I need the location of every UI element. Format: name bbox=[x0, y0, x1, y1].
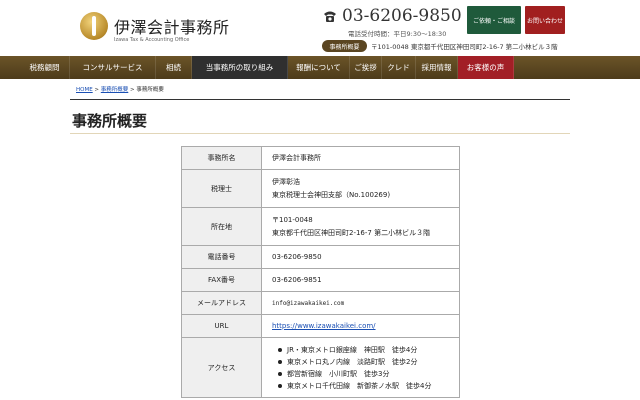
row-label: アクセス bbox=[181, 337, 262, 398]
row-value: JR・東京メトロ銀座線 神田駅 徒歩4分 東京メトロ丸ノ内線 淡路町駅 徒歩2分都… bbox=[261, 337, 460, 398]
row-label: URL bbox=[181, 314, 262, 338]
breadcrumb-home-link[interactable]: HOME bbox=[76, 87, 93, 93]
list-item: JR・東京メトロ銀座線 神田駅 徒歩4分 bbox=[278, 344, 459, 356]
row-value: https://www.izawakaikei.com/ bbox=[261, 314, 460, 338]
nav-item[interactable]: 報酬について bbox=[288, 56, 350, 79]
row-value: 伊澤彰浩東京税理士会神田支部（No.100269) bbox=[261, 169, 460, 208]
row-value: 03-6206-9851 bbox=[261, 268, 460, 292]
value-line: 伊澤彰浩 bbox=[272, 177, 300, 186]
site-logo[interactable]: 伊澤会計事務所 Izawa Tax & Accounting Office bbox=[80, 10, 240, 50]
table-row: FAX番号 03-6206-9851 bbox=[181, 268, 460, 292]
header-address: 〒101-0048 東京都千代田区神田司町2-16-7 第二小林ビル３階 bbox=[371, 43, 558, 51]
logo-emblem-icon bbox=[80, 12, 108, 40]
consult-button[interactable]: ご依頼・ご相談 bbox=[467, 6, 521, 34]
table-row: メールアドレス info@izawakaikei.com bbox=[181, 291, 460, 315]
breadcrumb-current: 事務所概要 bbox=[136, 87, 164, 93]
value-line: 東京税理士会神田支部（No.100269) bbox=[272, 190, 391, 199]
logo-title: 伊澤会計事務所 bbox=[114, 18, 230, 37]
main-nav: 税務顧問 コンサルサービス 相続 当事務所の取り組み 報酬について ご挨拶 クレド 採用情報お… bbox=[0, 56, 640, 79]
office-info-table: 事務所名 伊澤会計事務所 税理士 伊澤彰浩 東京税理士会神田支部（No.100269) 所… bbox=[181, 146, 460, 398]
inquiry-button[interactable]: お問い合わせ bbox=[525, 6, 565, 34]
phone-number[interactable]: 03-6206-9850 bbox=[342, 6, 462, 26]
row-value: 〒101-0048 東京都千代田区神田司町2-16-7 第二小林ビル３階 bbox=[261, 207, 460, 246]
row-value: 伊澤会計事務所 bbox=[261, 146, 460, 170]
value-line: 03-6206-9851 bbox=[272, 275, 322, 284]
logo-subtitle: Izawa Tax & Accounting Office bbox=[114, 37, 190, 43]
address-badge[interactable]: 事務所概要 bbox=[322, 40, 367, 52]
breadcrumb-parent-link[interactable]: 事務所概要 bbox=[101, 87, 129, 93]
row-label: 事務所名 bbox=[181, 146, 262, 170]
row-value: info@izawakaikei.com bbox=[261, 291, 460, 315]
row-label: FAX番号 bbox=[181, 268, 262, 292]
nav-item[interactable]: 税務顧問 bbox=[0, 56, 70, 79]
nav-item[interactable]: クレド bbox=[382, 56, 416, 79]
row-label: メールアドレス bbox=[181, 291, 262, 315]
breadcrumb-separator: > bbox=[92, 87, 101, 93]
nav-item[interactable]: お客様の声 bbox=[458, 56, 514, 79]
nav-item[interactable]: 採用情報 bbox=[416, 56, 458, 79]
access-list: JR・東京メトロ銀座線 神田駅 徒歩4分 東京メトロ丸ノ内線 淡路町駅 徒歩2分都… bbox=[278, 344, 459, 392]
page-title: 事務所概要 bbox=[72, 112, 148, 130]
nav-item[interactable]: ご挨拶 bbox=[350, 56, 382, 79]
email-value[interactable]: info@izawakaikei.com bbox=[272, 297, 459, 310]
nav-item[interactable]: コンサルサービス bbox=[70, 56, 156, 79]
nav-item[interactable]: 相続 bbox=[156, 56, 192, 79]
table-row: 電話番号 03-6206-9850 bbox=[181, 245, 460, 269]
row-label: 電話番号 bbox=[181, 245, 262, 269]
value-line: 03-6206-9850 bbox=[272, 252, 322, 261]
row-label: 税理士 bbox=[181, 169, 262, 208]
table-row: 所在地 〒101-0048 東京都千代田区神田司町2-16-7 第二小林ビル３階 bbox=[181, 207, 460, 246]
value-line: 東京都千代田区神田司町2-16-7 第二小林ビル３階 bbox=[272, 228, 431, 237]
website-link[interactable]: https://www.izawakaikei.com/ bbox=[272, 320, 459, 333]
list-item: 東京メトロ丸ノ内線 淡路町駅 徒歩2分 bbox=[278, 356, 459, 368]
list-item: 東京メトロ千代田線 新御茶ノ水駅 徒歩4分 bbox=[278, 380, 459, 392]
breadcrumb: HOME > 事務所概要 > 事務所概要 bbox=[76, 85, 164, 93]
value-line: 伊澤会計事務所 bbox=[272, 153, 321, 162]
phone-hours: 電話受付時間：平日9:30〜18:30 bbox=[348, 30, 447, 38]
table-row: 事務所名 伊澤会計事務所 bbox=[181, 146, 460, 170]
title-divider bbox=[70, 133, 570, 134]
table-row: 税理士 伊澤彰浩 東京税理士会神田支部（No.100269) bbox=[181, 169, 460, 208]
table-row: URL https://www.izawakaikei.com/ bbox=[181, 314, 460, 338]
nav-item[interactable]: 当事務所の取り組み bbox=[192, 56, 288, 79]
breadcrumb-divider bbox=[70, 99, 570, 100]
site-header: 伊澤会計事務所 Izawa Tax & Accounting Office 03… bbox=[0, 0, 640, 56]
value-line: 〒101-0048 bbox=[272, 215, 313, 224]
phone-icon bbox=[324, 11, 336, 22]
row-value: 03-6206-9850 bbox=[261, 245, 460, 269]
row-label: 所在地 bbox=[181, 207, 262, 246]
table-row: アクセス JR・東京メトロ銀座線 神田駅 徒歩4分 東京メトロ丸ノ内線 淡路町駅 徒… bbox=[181, 337, 460, 398]
list-item: 都営新宿線 小川町駅 徒歩3分 bbox=[278, 368, 459, 380]
